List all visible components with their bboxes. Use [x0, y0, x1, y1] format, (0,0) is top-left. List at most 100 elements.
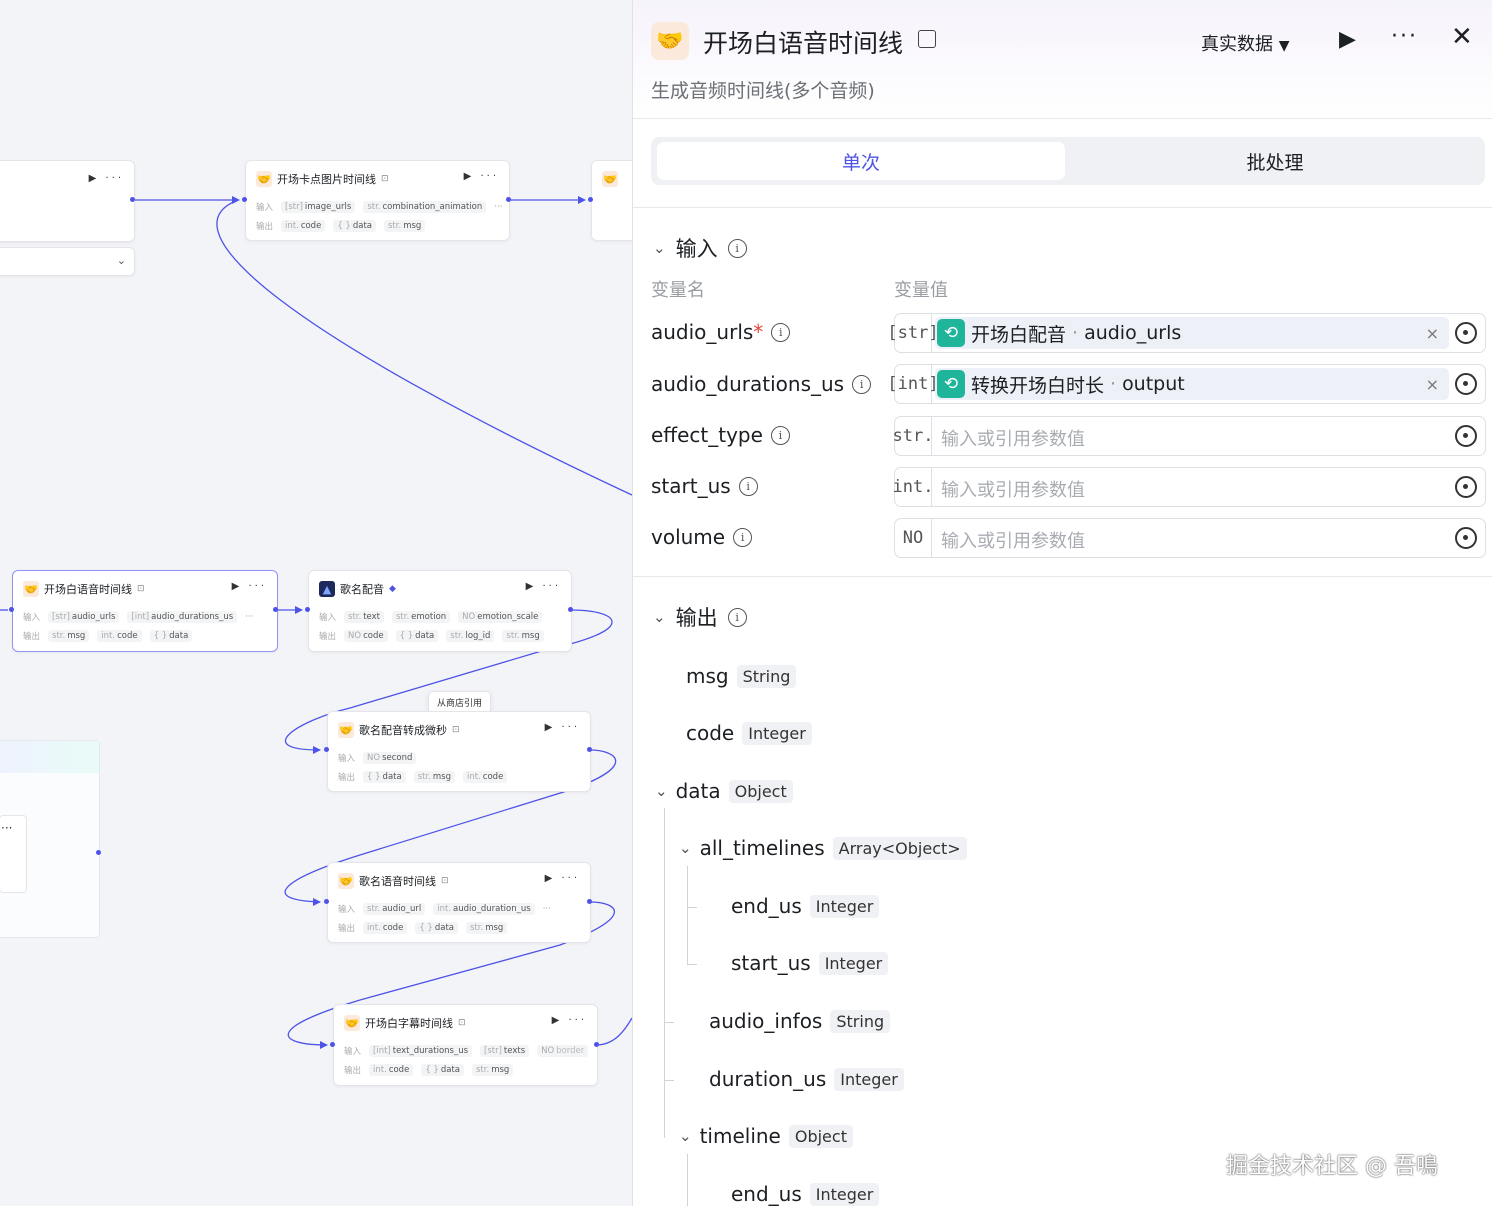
output-label: 输出 [319, 632, 337, 642]
node-controls[interactable]: ▶ ··· [526, 581, 561, 592]
node-controls[interactable]: ▶ ··· [232, 581, 267, 592]
node-title: 开场卡点图片时间线 [277, 173, 376, 186]
output-port[interactable] [506, 197, 511, 202]
input-port[interactable] [324, 747, 329, 752]
settings-icon[interactable] [1455, 322, 1477, 344]
tab-single[interactable]: 单次 [657, 142, 1065, 180]
clear-icon[interactable]: × [1426, 375, 1439, 394]
input-field-effect-type[interactable]: str. 输入或引用参数值 [893, 416, 1486, 456]
type-tag: NO [367, 753, 381, 763]
settings-icon[interactable] [1455, 373, 1477, 395]
output-port[interactable] [568, 607, 573, 612]
run-button[interactable]: ▶ [1339, 27, 1356, 52]
node-opening-image-timeline[interactable]: 🤝 开场卡点图片时间线 ⊡ ▶ ··· 输入 [str] image_urls str… [245, 160, 510, 241]
reference-chip[interactable]: ⟲ 开场白配音 · audio_urls × [935, 317, 1449, 349]
input-label: 输入 [338, 905, 356, 915]
partial-node-right[interactable]: 🤝 [591, 160, 632, 241]
node-controls[interactable]: ▶ ··· [545, 873, 580, 884]
handshake-icon: 🤝 [338, 722, 354, 738]
input-field-start-us[interactable]: int. 输入或引用参数值 [893, 467, 1486, 507]
reference-icon: ⟲ [937, 370, 965, 398]
node-controls[interactable]: ▶ ··· [89, 173, 124, 184]
clear-icon[interactable]: × [1426, 324, 1439, 343]
output-port[interactable] [273, 607, 278, 612]
node-opening-voice-timeline[interactable]: 🤝 开场白语音时间线 ⊡ ▶ ··· 输入 [str] audio_urls [int… [12, 570, 278, 652]
input-port[interactable] [242, 197, 247, 202]
param-name: text_durations_us [392, 1046, 469, 1056]
input-port[interactable] [588, 197, 593, 202]
info-icon: i [852, 374, 872, 394]
partial-group-container[interactable]: ··· [0, 740, 100, 938]
output-item-start-us: start_us Integer [731, 951, 889, 975]
param-name: data [415, 631, 435, 641]
type-tag: NO [541, 1046, 555, 1056]
type-tag: int. [373, 1065, 387, 1075]
chevron-down-icon: ⌄ [679, 839, 692, 857]
type-tag: str. [417, 772, 431, 782]
node-controls[interactable]: ▶ ··· [464, 171, 499, 182]
input-port[interactable] [9, 607, 14, 612]
input-port[interactable] [305, 607, 310, 612]
type-indicator: [str] [887, 314, 939, 352]
port[interactable] [96, 850, 101, 855]
input-field-audio-durations-us[interactable]: [int] ⟲ 转换开场白时长 · output × [887, 364, 1486, 404]
input-field-audio-urls[interactable]: [str] ⟲ 开场白配音 · audio_urls × [887, 313, 1486, 353]
ref-node: 开场白配音 [971, 323, 1067, 346]
input-port[interactable] [324, 899, 329, 904]
output-section-header[interactable]: ⌄ 输出 i [653, 602, 747, 632]
settings-icon[interactable] [1455, 425, 1477, 447]
node-controls[interactable]: ▶ ··· [552, 1015, 587, 1026]
type-tag: [int] [373, 1046, 391, 1056]
output-port[interactable] [587, 899, 592, 904]
chevron-down-icon: ⌄ [679, 1127, 692, 1145]
input-field-volume[interactable]: NO 输入或引用参数值 [894, 518, 1486, 558]
section-title: 输出 [675, 606, 718, 630]
input-section-header[interactable]: ⌄ 输入 i [653, 233, 747, 263]
node-title: 歌名语音时间线 [359, 875, 436, 888]
type-tag: str. [450, 631, 464, 641]
column-header-name: 变量名 [651, 280, 705, 301]
output-port[interactable] [130, 197, 135, 202]
output-item-data[interactable]: ⌄ data Object [655, 779, 793, 803]
param-name: msg [521, 631, 540, 641]
type-tag: NO [462, 612, 476, 622]
chevron-down-icon: ⌄ [653, 608, 666, 626]
output-item-timeline[interactable]: ⌄ timeline Object [679, 1124, 853, 1148]
node-song-dubbing[interactable]: ▲ 歌名配音 ◆ ▶ ··· 输入 str. text str. emotion NO e… [308, 570, 572, 652]
node-controls[interactable]: ▶ ··· [545, 722, 580, 733]
input-label: 输入 [319, 613, 337, 623]
reference-chip[interactable]: ⟲ 转换开场白时长 · output × [935, 368, 1449, 400]
node-more-icon[interactable]: ··· [1, 821, 12, 835]
input-name-start-us: start_us i [651, 474, 758, 498]
node-title: 开场白字幕时间线 [365, 1017, 453, 1030]
partial-node-left[interactable]: ▶ ··· [0, 160, 135, 242]
data-mode-dropdown[interactable]: 真实数据 ▼ [1201, 30, 1290, 56]
input-port[interactable] [330, 1042, 335, 1047]
param-name: data [382, 772, 402, 782]
ref-field: output [1122, 373, 1185, 395]
node-opening-subtitle-timeline[interactable]: 🤝 开场白字幕时间线 ⊡ ▶ ··· 输入 [int] text_durations_… [333, 1004, 598, 1086]
settings-icon[interactable] [1455, 476, 1477, 498]
output-label: 输出 [344, 1066, 362, 1076]
output-port[interactable] [594, 1042, 599, 1047]
more-icon[interactable]: ··· [1391, 24, 1418, 49]
param-name: second [382, 753, 413, 763]
node-song-voice-timeline[interactable]: 🤝 歌名语音时间线 ⊡ ▶ ··· 输入 str. audio_url int. aud… [327, 862, 591, 943]
placeholder: 输入或引用参数值 [941, 429, 1085, 450]
panel-description: 生成音频时间线(多个音频) [651, 80, 875, 102]
type-tag: str. [470, 923, 484, 933]
close-icon[interactable]: ✕ [1451, 22, 1473, 52]
param-name: texts [503, 1046, 526, 1056]
tab-batch[interactable]: 批处理 [1071, 142, 1479, 180]
output-port[interactable] [587, 747, 592, 752]
param-name: audio_duration_us [453, 904, 531, 914]
node-song-dubbing-to-us[interactable]: 🤝 歌名配音转成微秒 ⊡ ▶ ··· 输入 NO second 输出 { } data … [327, 711, 591, 792]
workflow-canvas[interactable]: ▶ ··· ⌄ 🤝 开场卡点图片时间线 ⊡ ▶ ··· 输入 [str] image_… [0, 0, 632, 1206]
partial-dropdown[interactable]: ⌄ [0, 247, 135, 276]
type-tag: { } [153, 631, 168, 641]
reference-icon: ⟲ [937, 319, 965, 347]
handshake-icon: 🤝 [256, 171, 272, 187]
output-item-all-timelines[interactable]: ⌄ all_timelines Array<Object> [679, 836, 967, 860]
param-name: audio_durations_us [151, 612, 234, 622]
settings-icon[interactable] [1455, 527, 1477, 549]
